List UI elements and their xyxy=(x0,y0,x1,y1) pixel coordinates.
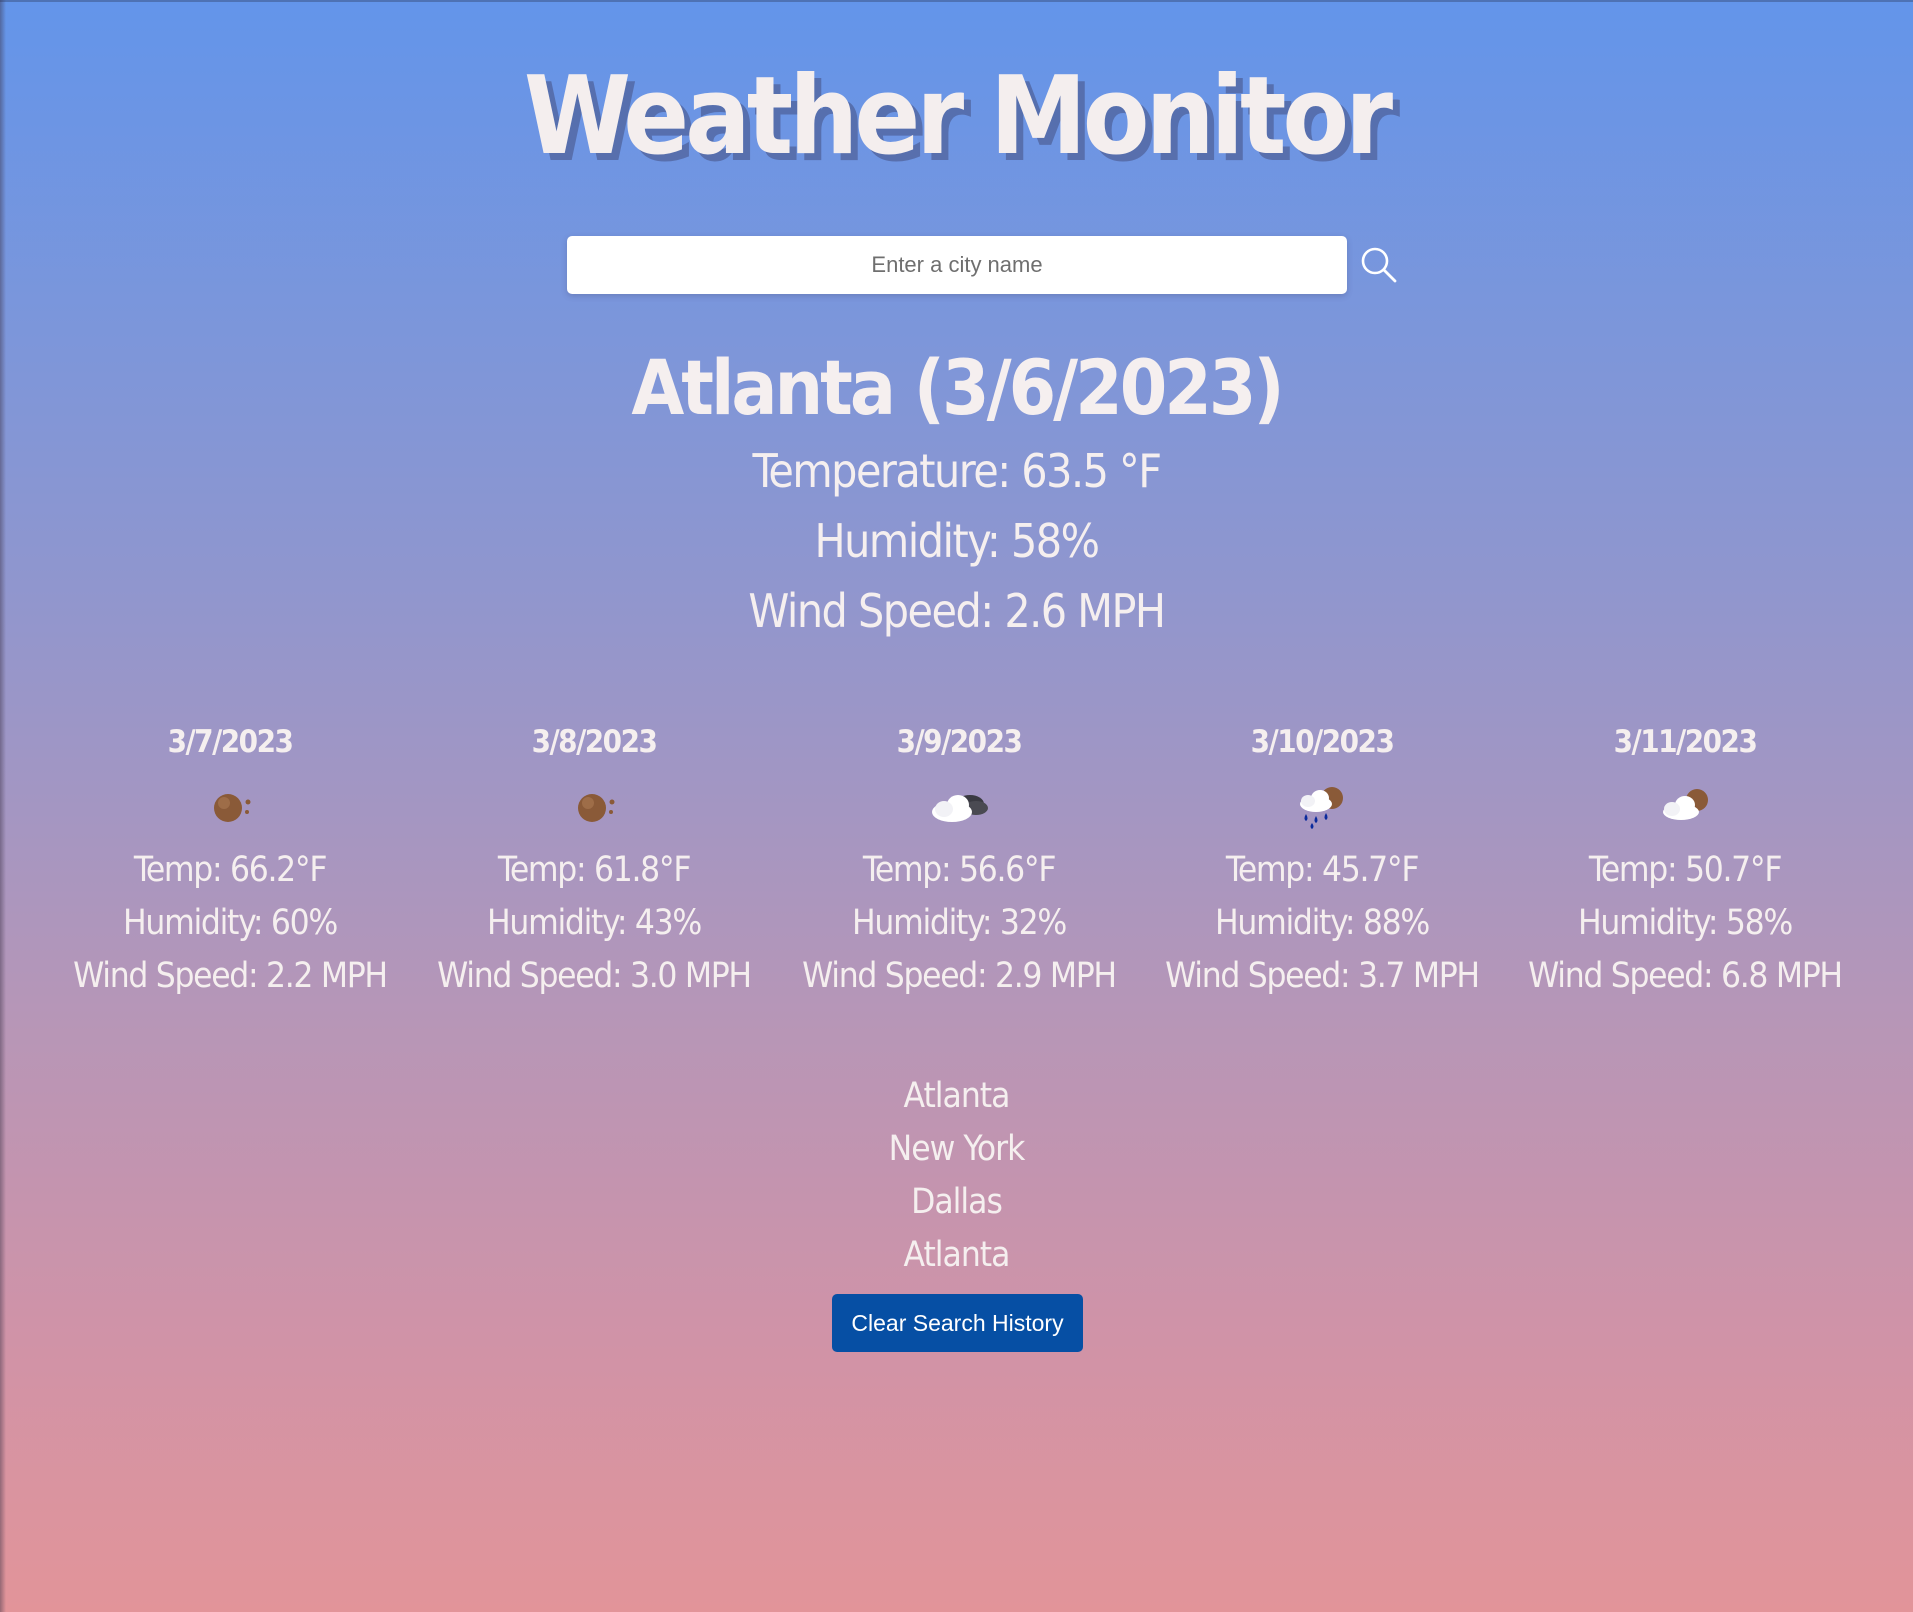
history-item[interactable]: Atlanta xyxy=(0,1070,1913,1123)
current-wind-speed: Wind Speed: 2.6 MPH xyxy=(748,584,1166,638)
forecast-temp: Temp: 61.8°F xyxy=(497,850,692,890)
current-city-heading: Atlanta (3/6/2023) xyxy=(631,343,1284,432)
clear-night-icon xyxy=(578,794,615,822)
clear-night-icon xyxy=(214,794,251,822)
forecast-card: 3/8/2023 Temp: 61.8°F Humidity: 43% Wind… xyxy=(424,720,764,1003)
forecast-temp: Temp: 50.7°F xyxy=(1588,850,1783,890)
forecast-humidity: Humidity: 60% xyxy=(123,903,338,943)
forecast-date: 3/9/2023 xyxy=(896,724,1023,760)
search-history-list: Atlanta New York Dallas Atlanta xyxy=(0,1070,1913,1282)
forecast-temp: Temp: 66.2°F xyxy=(133,850,328,890)
left-edge-shadow xyxy=(0,0,6,1612)
forecast-wind: Wind Speed: 2.9 MPH xyxy=(802,956,1117,996)
forecast-date: 3/10/2023 xyxy=(1250,724,1395,760)
forecast-card: 3/7/2023 Temp: 66.2°F Humidity: 60% Wind… xyxy=(60,720,400,1003)
forecast-wind: Wind Speed: 2.2 MPH xyxy=(73,956,388,996)
search-bar xyxy=(567,236,1401,294)
forecast-humidity: Humidity: 43% xyxy=(487,903,702,943)
rain-icon xyxy=(1300,787,1343,829)
forecast-temp: Temp: 45.7°F xyxy=(1225,850,1420,890)
search-button[interactable] xyxy=(1357,243,1401,287)
forecast-card: 3/9/2023 Temp: 56.6°F Humidity: 32% Wind… xyxy=(789,720,1129,1003)
forecast-wind: Wind Speed: 6.8 MPH xyxy=(1528,956,1843,996)
cloudy-icon xyxy=(932,795,988,822)
current-weather: Atlanta (3/6/2023) Temperature: 63.5 °F … xyxy=(0,340,1913,646)
forecast-date: 3/8/2023 xyxy=(531,724,658,760)
history-item[interactable]: New York xyxy=(0,1123,1913,1176)
forecast-humidity: Humidity: 58% xyxy=(1578,903,1793,943)
search-input[interactable] xyxy=(567,236,1347,294)
partly-cloudy-icon xyxy=(1663,789,1708,820)
history-item[interactable]: Dallas xyxy=(0,1176,1913,1229)
forecast-card: 3/11/2023 Temp: 50.7°F Humidity: 58% Win… xyxy=(1515,720,1855,1003)
clear-history-button[interactable]: Clear Search History xyxy=(832,1294,1083,1352)
forecast-date: 3/11/2023 xyxy=(1613,724,1758,760)
forecast-humidity: Humidity: 32% xyxy=(852,903,1067,943)
top-border xyxy=(0,0,1913,2)
forecast-date: 3/7/2023 xyxy=(167,724,294,760)
current-temperature: Temperature: 63.5 °F xyxy=(752,444,1162,498)
search-icon xyxy=(1361,247,1397,283)
page-title: Weather Monitor xyxy=(523,54,1393,179)
forecast-wind: Wind Speed: 3.7 MPH xyxy=(1165,956,1480,996)
current-humidity: Humidity: 58% xyxy=(814,514,1100,568)
forecast-temp: Temp: 56.6°F xyxy=(862,850,1057,890)
forecast-wind: Wind Speed: 3.0 MPH xyxy=(437,956,752,996)
history-item[interactable]: Atlanta xyxy=(0,1229,1913,1282)
forecast-humidity: Humidity: 88% xyxy=(1215,903,1430,943)
forecast-card: 3/10/2023 Temp: 45.7°F Humidity: 88% Win… xyxy=(1152,720,1492,1003)
